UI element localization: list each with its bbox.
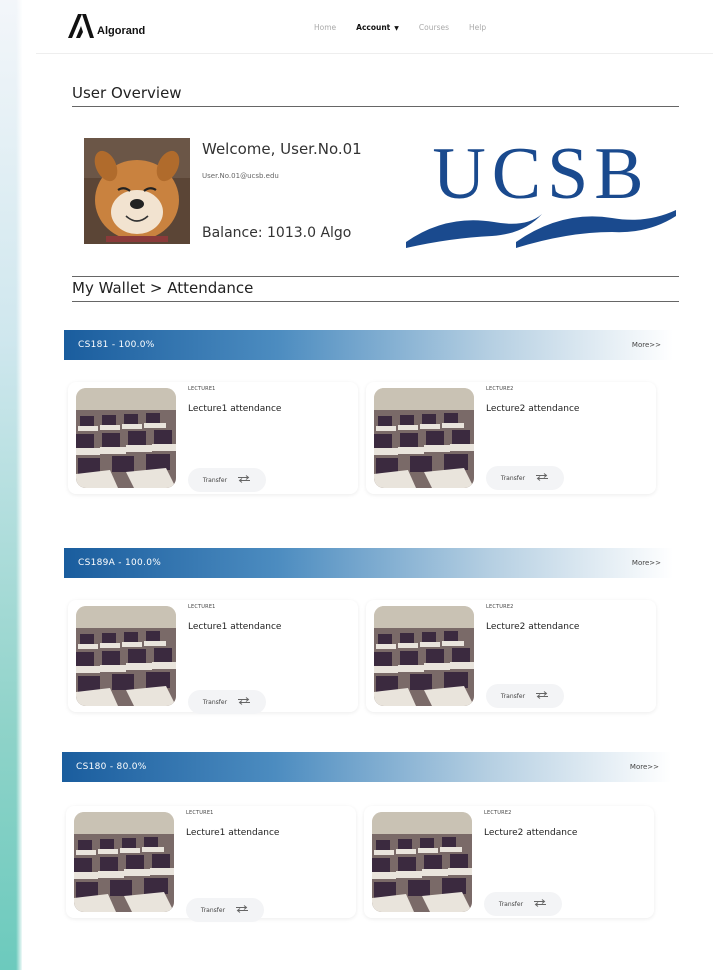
attendance-card[interactable]: LECTURE1 Lecture1 attendance Transfer [68, 382, 358, 494]
transfer-button[interactable]: Transfer [486, 684, 564, 708]
card-title: Lecture2 attendance [486, 404, 580, 414]
attendance-card[interactable]: LECTURE2 Lecture2 attendance Transfer [366, 600, 656, 712]
avatar [84, 138, 190, 244]
transfer-arrows-icon [237, 697, 251, 707]
transfer-button[interactable]: Transfer [186, 898, 264, 922]
logo-text: Algorand [97, 25, 146, 37]
logo[interactable]: Algorand [68, 14, 145, 38]
classroom-image [76, 606, 176, 706]
classroom-image [374, 606, 474, 706]
card-title: Lecture1 attendance [186, 828, 280, 838]
welcome-text: Welcome, User.No.01 [202, 140, 362, 158]
transfer-arrows-icon [235, 905, 249, 915]
classroom-image [374, 388, 474, 488]
user-overview-title: User Overview [72, 84, 679, 107]
side-gradient-strip [0, 0, 22, 970]
transfer-button[interactable]: Transfer [188, 468, 266, 492]
chevron-down-icon: ▼ [394, 25, 399, 32]
course-banner-cs181: CS181 - 100.0% More>> [64, 330, 673, 360]
nav-home[interactable]: Home [314, 23, 336, 32]
transfer-arrows-icon [535, 691, 549, 701]
attendance-card[interactable]: LECTURE1 Lecture1 attendance Transfer [66, 806, 356, 922]
card-tag: LECTURE1 [188, 386, 216, 392]
nav-account[interactable]: Account ▼ [356, 23, 399, 32]
transfer-label: Transfer [498, 900, 524, 908]
ucsb-logo: UCSB [406, 133, 676, 248]
transfer-label: Transfer [200, 906, 226, 914]
attendance-card[interactable]: LECTURE2 Lecture2 attendance Transfer [364, 806, 654, 918]
course-banner-cs189a: CS189A - 100.0% More>> [64, 548, 673, 578]
course-label: CS180 - 80.0% [76, 762, 147, 772]
more-link[interactable]: More>> [630, 763, 659, 771]
transfer-label: Transfer [500, 692, 526, 700]
more-link[interactable]: More>> [632, 341, 661, 349]
card-title: Lecture2 attendance [484, 828, 578, 838]
transfer-button[interactable]: Transfer [486, 466, 564, 490]
nav-links: Home Account ▼ Courses Help [314, 23, 486, 32]
card-tag: LECTURE1 [188, 604, 216, 610]
transfer-label: Transfer [202, 698, 228, 706]
card-tag: LECTURE2 [486, 604, 514, 610]
navbar: Algorand Home Account ▼ Courses Help [36, 0, 713, 54]
course-label: CS189A - 100.0% [78, 558, 162, 568]
transfer-arrows-icon [533, 899, 547, 909]
balance-text: Balance: 1013.0 Algo [202, 225, 352, 241]
attendance-card[interactable]: LECTURE1 Lecture1 attendance Transfer [68, 600, 358, 714]
card-title: Lecture1 attendance [188, 404, 282, 414]
wallet-title: My Wallet > Attendance [72, 276, 679, 302]
transfer-arrows-icon [535, 473, 549, 483]
card-tag: LECTURE2 [484, 810, 512, 816]
attendance-card[interactable]: LECTURE2 Lecture2 attendance Transfer [366, 382, 656, 494]
classroom-image [74, 812, 174, 912]
more-link[interactable]: More>> [632, 559, 661, 567]
transfer-button[interactable]: Transfer [188, 690, 266, 714]
classroom-image [372, 812, 472, 912]
ucsb-logo-text: UCSB [432, 133, 649, 215]
course-banner-cs180: CS180 - 80.0% More>> [62, 752, 671, 782]
transfer-arrows-icon [237, 475, 251, 485]
card-tag: LECTURE1 [186, 810, 214, 816]
transfer-button[interactable]: Transfer [484, 892, 562, 916]
page: Algorand Home Account ▼ Courses Help User… [36, 0, 713, 970]
course-label: CS181 - 100.0% [78, 340, 155, 350]
card-title: Lecture1 attendance [188, 622, 282, 632]
card-title: Lecture2 attendance [486, 622, 580, 632]
nav-account-label: Account [356, 23, 391, 32]
nav-courses[interactable]: Courses [419, 23, 449, 32]
nav-help[interactable]: Help [469, 23, 486, 32]
algorand-logo-icon [68, 14, 94, 38]
transfer-label: Transfer [202, 476, 228, 484]
classroom-image [76, 388, 176, 488]
user-email: User.No.01@ucsb.edu [202, 172, 279, 180]
card-tag: LECTURE2 [486, 386, 514, 392]
transfer-label: Transfer [500, 474, 526, 482]
